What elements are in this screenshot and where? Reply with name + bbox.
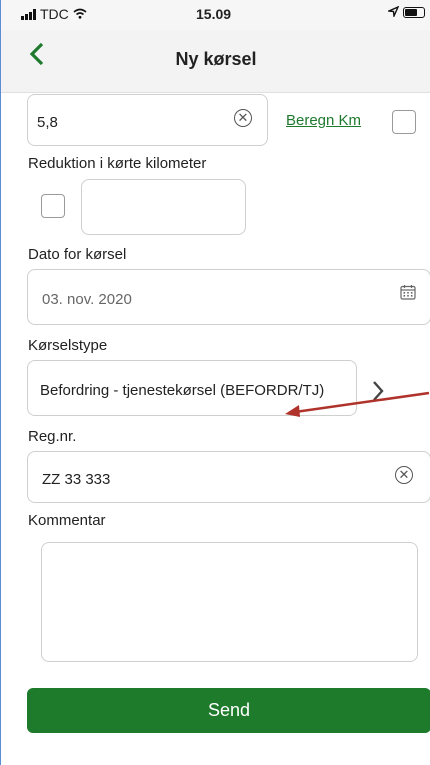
km-value: 5,8 — [37, 114, 58, 131]
reduction-checkbox[interactable] — [41, 194, 65, 218]
reg-value: ZZ 33 333 — [42, 471, 111, 488]
clear-km-icon[interactable]: ✕ — [234, 109, 252, 127]
clear-reg-icon[interactable]: ✕ — [395, 466, 413, 484]
status-right — [386, 5, 425, 20]
clock: 15.09 — [196, 6, 232, 22]
annotation-arrow-icon — [285, 391, 430, 417]
carrier-area: TDC — [21, 6, 87, 22]
send-button[interactable]: Send — [27, 688, 430, 733]
date-label: Dato for kørsel — [28, 246, 127, 263]
carrier-name: TDC — [40, 6, 69, 22]
date-picker[interactable]: 03. nov. 2020 — [27, 269, 430, 325]
page-title: Ny kørsel — [175, 49, 257, 69]
date-value: 03. nov. 2020 — [42, 291, 132, 308]
reg-input[interactable]: ZZ 33 333 ✕ — [27, 451, 430, 503]
comment-textarea[interactable] — [41, 542, 418, 662]
reduction-input[interactable] — [81, 179, 246, 235]
trip-type-label: Kørselstype — [28, 337, 108, 354]
calculate-km-link[interactable]: Beregn Km — [286, 112, 361, 129]
screen: TDC 15.09 Ny kørsel 5,8 ✕ Beregn Km Redu… — [0, 0, 430, 765]
signal-icon — [21, 8, 36, 20]
km-input[interactable]: 5,8 ✕ — [27, 94, 268, 146]
reg-label: Reg.nr. — [28, 428, 77, 445]
battery-icon — [403, 7, 425, 18]
calculate-km-checkbox[interactable] — [392, 110, 416, 134]
wifi-icon — [73, 6, 87, 22]
location-icon — [386, 5, 400, 20]
comment-label: Kommentar — [28, 512, 106, 529]
reduction-label: Reduktion i kørte kilometer — [28, 155, 207, 172]
nav-bar: Ny kørsel — [1, 30, 430, 93]
status-bar: TDC 15.09 — [1, 0, 430, 30]
calendar-icon[interactable] — [400, 284, 416, 305]
